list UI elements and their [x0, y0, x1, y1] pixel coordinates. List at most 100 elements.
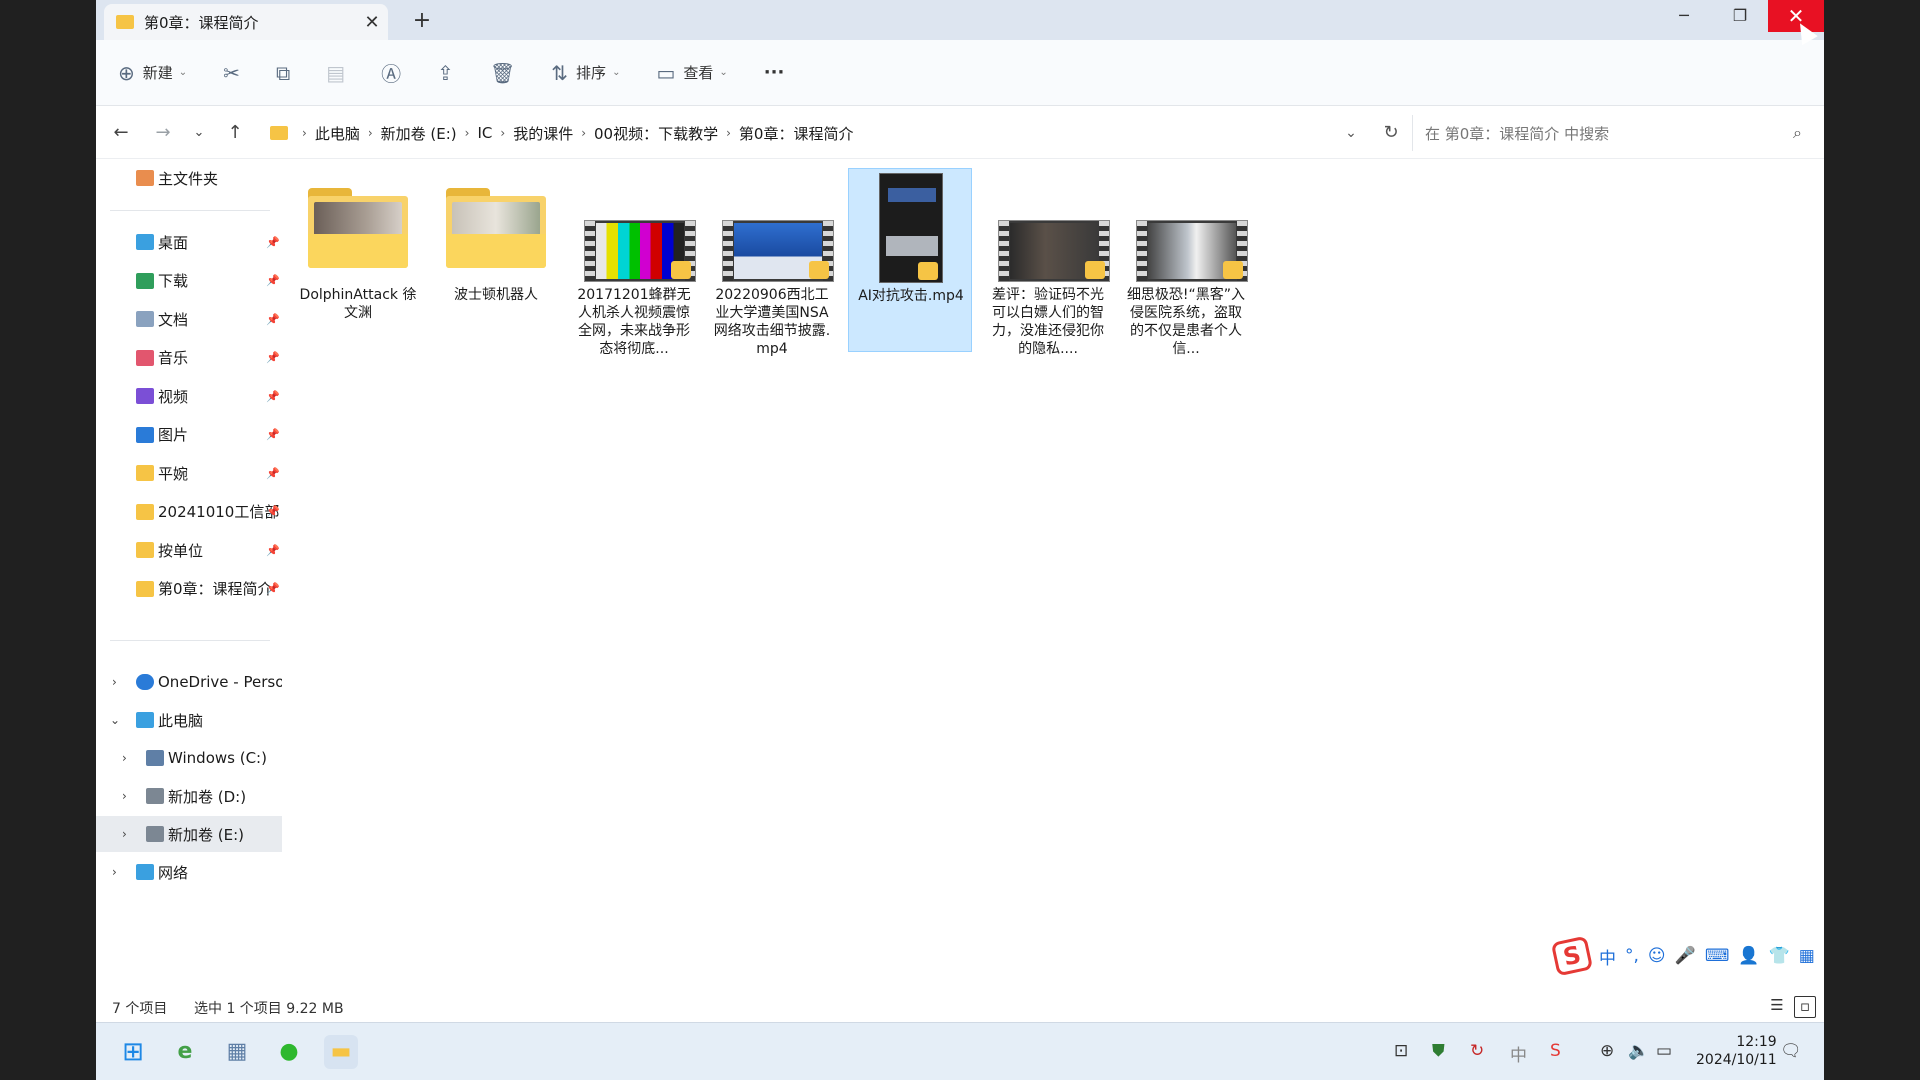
delete-button[interactable]: 🗑	[490, 53, 515, 93]
sogou-logo-icon[interactable]: S	[1550, 935, 1594, 977]
sidebar-item-onedrive[interactable]: › OneDrive - Personal	[96, 664, 282, 700]
breadcrumb-item[interactable]: 我的课件	[513, 123, 573, 144]
sidebar-item-quick-access[interactable]: 20241010工信部 📌	[96, 494, 282, 530]
chevron-right-icon[interactable]: ›	[122, 789, 127, 803]
chevron-right-icon[interactable]: ›	[122, 827, 127, 841]
wechat-icon[interactable]: ●	[272, 1035, 306, 1069]
breadcrumb-item[interactable]: 第0章：课程简介	[739, 123, 854, 144]
file-explorer-taskbar-icon[interactable]: ▬	[324, 1035, 358, 1069]
breadcrumb-item[interactable]: 此电脑	[315, 123, 360, 144]
chevron-down-icon[interactable]: ⌄	[110, 713, 120, 727]
paste-button[interactable]: ▤	[326, 53, 345, 93]
volume-icon[interactable]: 🔈	[1628, 1041, 1649, 1061]
up-button[interactable]: ↑	[220, 119, 250, 147]
sidebar-item-this-pc[interactable]: ⌄ 此电脑	[96, 702, 282, 738]
input-language-icon[interactable]: 中	[1510, 1041, 1527, 1066]
emoji-icon[interactable]: ☺	[1648, 946, 1666, 966]
pin-icon[interactable]: 📌	[266, 390, 280, 403]
file-name: 波士顿机器人	[454, 287, 538, 303]
browser-icon[interactable]: e	[168, 1035, 202, 1069]
search-input[interactable]: 在 第0章：课程简介 中搜索 ⌕	[1412, 115, 1816, 151]
view-button[interactable]: ▭ 查看 ⌄	[656, 53, 727, 93]
file-item-selected[interactable]: AI对抗攻击.mp4	[848, 168, 972, 352]
pin-icon[interactable]: 📌	[266, 505, 280, 518]
details-view-icon[interactable]: ☰	[1766, 996, 1788, 1018]
microphone-icon[interactable]: 🎤	[1675, 946, 1696, 966]
notification-icon[interactable]: 🗨	[1780, 1041, 1802, 1061]
sidebar-item-quick-access[interactable]: 第0章：课程简介 📌	[96, 571, 282, 607]
breadcrumb-item[interactable]: 00视频：下载教学	[594, 123, 718, 144]
chevron-right-icon[interactable]: ›	[112, 865, 117, 879]
sidebar-item-quick-access[interactable]: 图片 📌	[96, 417, 282, 453]
tab-current-folder[interactable]: 第0章：课程简介 ✕	[104, 4, 388, 40]
restore-button[interactable]: ❐	[1712, 0, 1768, 32]
file-item[interactable]: 20171201蜂群无人机杀人视频震惊全网，未来战争形态将彻底...	[572, 168, 696, 357]
sidebar-item-label: 音乐	[158, 349, 189, 367]
file-item[interactable]: 20220906西北工业大学遭美国NSA网络攻击细节披露.mp4	[710, 168, 834, 357]
sidebar-item-home[interactable]: 主文件夹	[96, 160, 282, 196]
pin-icon[interactable]: 📌	[266, 544, 280, 557]
file-item[interactable]: 波士顿机器人	[434, 168, 558, 352]
forward-button[interactable]: →	[148, 119, 178, 147]
sidebar-item-quick-access[interactable]: 文档 📌	[96, 301, 282, 337]
sidebar-item-network[interactable]: › 网络	[96, 854, 282, 890]
screenshot-tool-icon[interactable]: ⊡	[1394, 1041, 1408, 1061]
refresh-button[interactable]: ↻	[1376, 119, 1406, 147]
grid-menu-icon[interactable]: ▦	[1799, 946, 1815, 966]
system-clock[interactable]: 12:19 2024/10/11	[1696, 1033, 1777, 1069]
pin-icon[interactable]: 📌	[266, 274, 280, 287]
sidebar-item-quick-access[interactable]: 下载 📌	[96, 263, 282, 299]
sidebar-item-drive-d[interactable]: › 新加卷 (D:)	[96, 778, 282, 814]
pin-icon[interactable]: 📌	[266, 313, 280, 326]
sidebar-item-quick-access[interactable]: 桌面 📌	[96, 224, 282, 260]
sidebar-item-drive-c[interactable]: › Windows (C:)	[96, 740, 282, 776]
back-button[interactable]: ←	[106, 119, 136, 147]
rename-button[interactable]: Ⓐ	[381, 53, 401, 93]
pin-icon[interactable]: 📌	[266, 467, 280, 480]
sidebar-item-quick-access[interactable]: 按单位 📌	[96, 532, 282, 568]
sync-icon[interactable]: ↻	[1470, 1041, 1484, 1061]
pin-icon[interactable]: 📌	[266, 351, 280, 364]
sidebar-item-quick-access[interactable]: 视频 📌	[96, 378, 282, 414]
recent-locations-button[interactable]: ⌄	[184, 119, 214, 147]
more-options-button[interactable]: ···	[764, 53, 785, 93]
calculator-icon[interactable]: ▦	[220, 1035, 254, 1069]
address-history-dropdown[interactable]: ⌄	[1336, 119, 1366, 147]
share-button[interactable]: ⇪	[437, 53, 454, 93]
breadcrumb-item[interactable]: 新加卷 (E:)	[381, 123, 457, 144]
video-thumbnail	[1136, 220, 1248, 282]
breadcrumb[interactable]: › 此电脑 › 新加卷 (E:) › IC › 我的课件 › 00视频：下载教学…	[266, 117, 1370, 149]
new-button[interactable]: ⊕ 新建 ⌄	[118, 53, 187, 93]
sogou-tray-icon[interactable]: S	[1550, 1041, 1561, 1061]
chevron-right-icon[interactable]: ›	[112, 675, 117, 689]
sidebar-item-drive-e[interactable]: › 新加卷 (E:)	[96, 816, 282, 852]
tab-close-icon[interactable]: ✕	[356, 12, 388, 33]
pin-icon[interactable]: 📌	[266, 428, 280, 441]
copy-button[interactable]: ⧉	[276, 53, 290, 93]
keyboard-icon[interactable]: ⌨	[1705, 946, 1730, 966]
file-item[interactable]: DolphinAttack 徐文渊	[296, 168, 420, 352]
pin-icon[interactable]: 📌	[266, 236, 280, 249]
file-item[interactable]: 差评：验证码不光可以白嫖人们的智力，没准还侵犯你的隐私....	[986, 168, 1110, 357]
skin-icon[interactable]: 👕	[1769, 946, 1790, 966]
windows-start-icon[interactable]: ⊞	[116, 1035, 150, 1069]
home-icon	[136, 170, 154, 186]
sidebar-item-quick-access[interactable]: 音乐 📌	[96, 340, 282, 376]
new-tab-button[interactable]: +	[408, 8, 436, 36]
cut-button[interactable]: ✂	[223, 53, 240, 93]
minimize-button[interactable]: ─	[1656, 0, 1712, 32]
user-icon[interactable]: 👤	[1738, 946, 1759, 966]
sidebar-item-quick-access[interactable]: 平婉 📌	[96, 455, 282, 491]
breadcrumb-item[interactable]: IC	[477, 124, 492, 142]
network-status-icon[interactable]: ⊕	[1600, 1041, 1614, 1061]
security-shield-icon[interactable]: ⛊	[1432, 1041, 1445, 1061]
pin-icon[interactable]: 📌	[266, 582, 280, 595]
battery-icon[interactable]: ▭	[1656, 1041, 1672, 1061]
ime-punctuation[interactable]: °,	[1625, 946, 1639, 966]
file-item[interactable]: 细思极恐!“黑客”入侵医院系统，盗取的不仅是患者个人信...	[1124, 168, 1248, 357]
chevron-right-icon[interactable]: ›	[122, 751, 127, 765]
large-icons-view-icon[interactable]: ▫	[1794, 996, 1816, 1018]
download-icon	[136, 272, 154, 289]
sort-button[interactable]: ⇅ 排序 ⌄	[551, 53, 620, 93]
ime-chinese-mode[interactable]: 中	[1599, 944, 1616, 969]
